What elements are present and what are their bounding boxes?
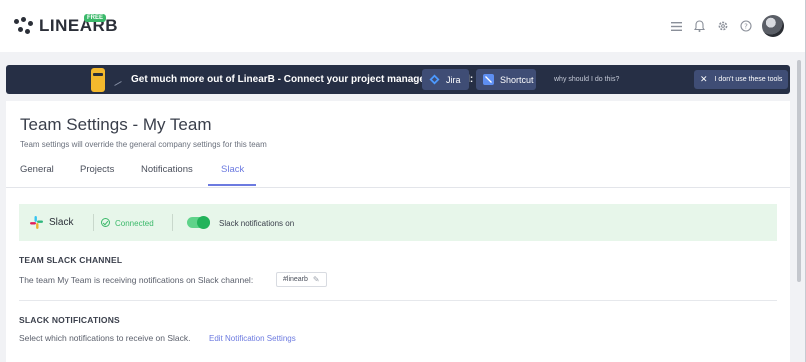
edit-pencil-icon[interactable]: ✎: [313, 275, 320, 284]
shortcut-button[interactable]: Shortcut: [476, 69, 536, 90]
team-channel-heading: TEAM SLACK CHANNEL: [19, 255, 123, 265]
page-title: Team Settings - My Team: [20, 115, 212, 134]
active-tab-indicator: [208, 184, 256, 186]
why-link[interactable]: why should I do this?: [554, 76, 619, 83]
header-actions: ?: [670, 15, 784, 37]
svg-text:?: ?: [744, 23, 748, 31]
menu-icon[interactable]: [670, 20, 683, 33]
slack-notifications-description: Select which notifications to receive on…: [19, 333, 191, 343]
bell-icon[interactable]: [693, 20, 706, 33]
shortcut-icon: [483, 74, 494, 85]
toggle-label: Slack notifications on: [219, 219, 295, 228]
close-icon: ✕: [700, 74, 708, 84]
plan-badge: FREE: [84, 14, 107, 22]
top-header: LINEARB FREE ?: [0, 0, 806, 52]
tab-projects[interactable]: Projects: [80, 164, 114, 175]
dismiss-banner-button[interactable]: ✕ I don't use these tools: [694, 70, 788, 89]
user-avatar[interactable]: [762, 15, 784, 37]
tab-notifications[interactable]: Notifications: [141, 164, 193, 175]
dismiss-label: I don't use these tools: [714, 76, 783, 83]
brand-name: LINEARB: [39, 16, 119, 35]
check-circle-icon: [101, 218, 110, 227]
connection-status: Connected: [115, 219, 154, 228]
slack-icon: [30, 216, 43, 229]
team-settings-card: Team Settings - My Team Team settings wi…: [6, 101, 790, 362]
tab-slack[interactable]: Slack: [221, 164, 244, 175]
slack-name: Slack: [49, 217, 74, 228]
slack-status-bar: Slack Connected Slack notifications on: [19, 204, 777, 241]
jira-label: Jira: [446, 74, 461, 85]
tab-general[interactable]: General: [20, 164, 54, 175]
slack-notifications-toggle[interactable]: [187, 216, 210, 229]
jira-button[interactable]: Jira: [422, 69, 469, 90]
slack-notifications-heading: SLACK NOTIFICATIONS: [19, 315, 120, 325]
mascot-icon: [91, 68, 105, 92]
logo-icon: [14, 17, 34, 35]
help-icon[interactable]: ?: [739, 20, 752, 33]
channel-name: #linearb: [283, 276, 308, 283]
page-scrollbar[interactable]: [797, 60, 801, 282]
gear-icon[interactable]: [716, 20, 729, 33]
shortcut-label: Shortcut: [500, 74, 534, 85]
jira-icon: [429, 74, 440, 85]
team-channel-description: The team My Team is receiving notificati…: [19, 275, 254, 285]
edit-notification-settings-link[interactable]: Edit Notification Settings: [209, 334, 296, 343]
page-subtitle: Team settings will override the general …: [20, 140, 267, 149]
integration-banner: Get much more out of LinearB - Connect y…: [6, 65, 790, 94]
channel-chip[interactable]: #linearb ✎: [276, 272, 327, 287]
